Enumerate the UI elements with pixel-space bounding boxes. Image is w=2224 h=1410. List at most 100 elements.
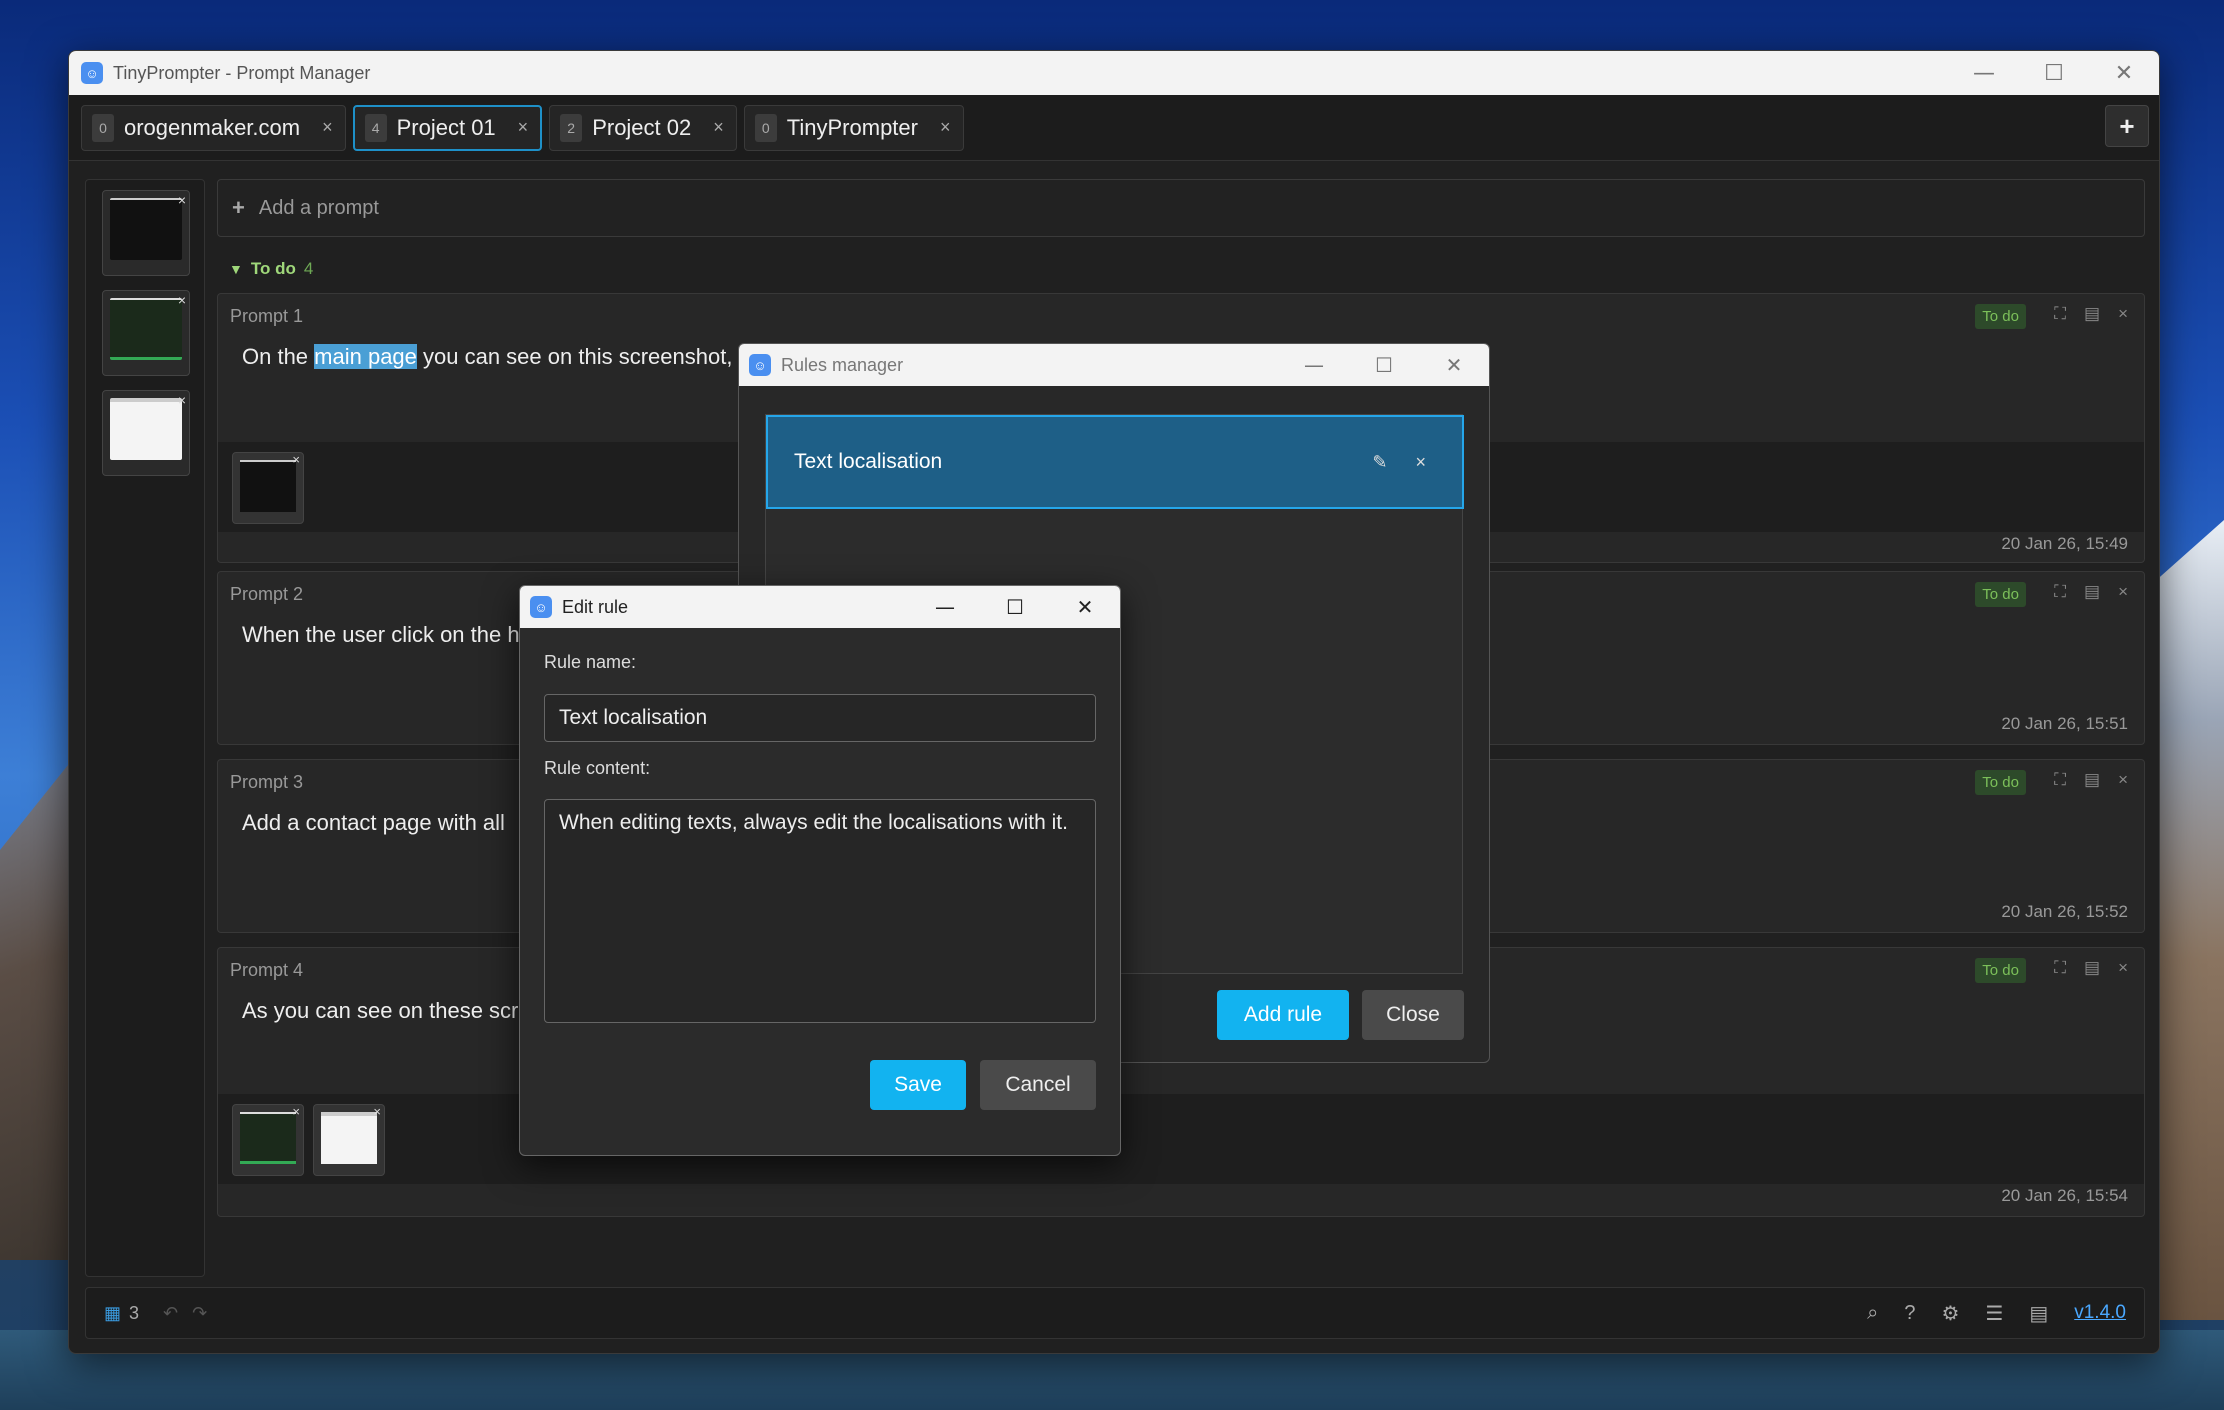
tab-close-icon[interactable]: × [518, 117, 529, 138]
close-dialog-button[interactable]: Close [1362, 990, 1464, 1040]
thumb-image [110, 198, 182, 260]
prompt-date: 20 Jan 26, 15:51 [2001, 714, 2128, 733]
prompt-text[interactable]: When the user click on the h [242, 622, 520, 648]
sidebar-screenshot-thumb[interactable]: × [102, 190, 190, 276]
rule-name-label: Rule name: [544, 652, 637, 672]
status-badge[interactable]: To do [1975, 304, 2026, 329]
copy-icon[interactable]: ▤ [2084, 582, 2100, 602]
tab-project-02[interactable]: 2 Project 02 × [549, 104, 737, 151]
project-tabbar: 0 orogenmaker.com × 4 Project 01 × 2 Pro… [69, 95, 2159, 161]
prompt-title: Prompt 1 [230, 306, 304, 326]
version-link[interactable]: v1.4.0 [2074, 1302, 2126, 1324]
tab-tinyprompter[interactable]: 0 TinyPrompter × [743, 104, 964, 151]
tab-close-icon[interactable]: × [713, 117, 724, 138]
close-button[interactable]: ✕ [1050, 586, 1120, 628]
redo-icon[interactable]: ↷ [192, 1303, 207, 1324]
thumb-image [240, 1112, 296, 1164]
rule-actions: ✎ × [1372, 452, 1462, 473]
prompt-text[interactable]: Add a contact page with all [242, 810, 505, 836]
tab-count-badge: 0 [92, 113, 114, 142]
rule-name-field[interactable] [544, 694, 1096, 742]
expand-icon[interactable]: ⛶ [2054, 582, 2066, 602]
maximize-button[interactable]: ☐ [980, 586, 1050, 628]
help-icon[interactable]: ? [1904, 1302, 1915, 1325]
search-icon[interactable]: ⌕ [1867, 1302, 1878, 1325]
prompt-image-strip: × × [218, 1094, 2144, 1184]
prompt-date: 20 Jan 26, 15:49 [2001, 534, 2128, 553]
copy-icon[interactable]: ▤ [2084, 958, 2100, 978]
menu-icon[interactable]: ☰ [1985, 1301, 2003, 1326]
tab-orogenmaker[interactable]: 0 orogenmaker.com × [81, 104, 346, 151]
tab-label: Project 02 [592, 114, 692, 140]
prompt-date: 20 Jan 26, 15:52 [2001, 902, 2128, 921]
prompt-title: Prompt 3 [230, 772, 304, 792]
edit-icon[interactable]: ✎ [1372, 452, 1387, 473]
window-controls: — ☐ ✕ [1949, 51, 2159, 95]
dialog-controls: — ☐ ✕ [910, 586, 1120, 628]
thumb-close-icon[interactable]: × [373, 1104, 381, 1119]
expand-icon[interactable]: ⛶ [2054, 770, 2066, 790]
delete-icon[interactable]: × [2118, 770, 2128, 790]
prompt-image-thumb[interactable]: × [232, 1104, 304, 1176]
delete-icon[interactable]: × [2118, 582, 2128, 602]
minimize-button[interactable]: — [910, 586, 980, 628]
card-actions: ⛶ ▤ × [2054, 958, 2128, 978]
prompt-image-thumb[interactable]: × [313, 1104, 385, 1176]
cancel-button[interactable]: Cancel [980, 1060, 1096, 1110]
rule-item[interactable]: Text localisation ✎ × [766, 415, 1464, 509]
undo-icon[interactable]: ↶ [163, 1303, 178, 1324]
expand-icon[interactable]: ⛶ [2054, 304, 2066, 324]
rules-manager-titlebar[interactable]: ☺ Rules manager — ☐ ✕ [739, 344, 1489, 386]
tab-close-icon[interactable]: × [322, 117, 333, 138]
edit-rule-dialog: ☺ Edit rule — ☐ ✕ Rule name: Rule conten… [519, 585, 1121, 1156]
minimize-button[interactable]: — [1949, 51, 2019, 95]
prompt-text[interactable]: As you can see on these scr [242, 998, 518, 1024]
status-badge[interactable]: To do [1975, 958, 2026, 983]
tab-project-01[interactable]: 4 Project 01 × [352, 104, 543, 151]
thumb-close-icon[interactable]: × [178, 392, 186, 408]
card-actions: ⛶ ▤ × [2054, 770, 2128, 790]
close-button[interactable]: ✕ [1419, 344, 1489, 386]
copy-icon[interactable]: ▤ [2084, 304, 2100, 324]
close-button[interactable]: ✕ [2089, 51, 2159, 95]
copy-icon[interactable]: ▤ [2084, 770, 2100, 790]
add-tab-button[interactable]: + [2105, 105, 2149, 147]
maximize-button[interactable]: ☐ [1349, 344, 1419, 386]
thumb-image [110, 398, 182, 460]
thumb-close-icon[interactable]: × [292, 1104, 300, 1119]
expand-icon[interactable]: ⛶ [2054, 958, 2066, 978]
delete-icon[interactable]: × [2118, 958, 2128, 978]
sidebar-screenshot-thumb[interactable]: × [102, 390, 190, 476]
prompt-text[interactable]: On the main page you can see on this scr… [242, 344, 732, 370]
delete-icon[interactable]: × [2118, 304, 2128, 324]
prompt-text-highlight: main page [314, 344, 417, 369]
status-badge[interactable]: To do [1975, 582, 2026, 607]
prompt-image-thumb[interactable]: × [232, 452, 304, 524]
thumb-close-icon[interactable]: × [178, 192, 186, 208]
app-icon: ☺ [749, 354, 771, 376]
add-prompt-input[interactable]: + Add a prompt [217, 179, 2145, 237]
status-badge[interactable]: To do [1975, 770, 2026, 795]
edit-rule-titlebar[interactable]: ☺ Edit rule — ☐ ✕ [520, 586, 1120, 628]
todo-section-header[interactable]: ▼ To do 4 [217, 249, 2145, 289]
grid-icon[interactable]: ▦ [104, 1303, 121, 1324]
sidebar-screenshot-thumb[interactable]: × [102, 290, 190, 376]
maximize-button[interactable]: ☐ [2019, 51, 2089, 95]
tab-count-badge: 0 [754, 113, 777, 142]
plus-icon: + [232, 195, 245, 220]
add-rule-button[interactable]: Add rule [1217, 990, 1349, 1040]
screenshot-sidebar: × × × [85, 179, 205, 1277]
tab-close-icon[interactable]: × [940, 117, 951, 138]
delete-icon[interactable]: × [1415, 452, 1426, 473]
gear-icon[interactable]: ⚙ [1941, 1301, 1959, 1326]
main-titlebar[interactable]: ☺ TinyPrompter - Prompt Manager — ☐ ✕ [69, 51, 2159, 95]
minimize-button[interactable]: — [1279, 344, 1349, 386]
tab-count-badge: 4 [364, 113, 387, 142]
list-icon[interactable]: ▤ [2029, 1301, 2048, 1326]
thumb-close-icon[interactable]: × [178, 292, 186, 308]
prompt-text-part: On the [242, 344, 315, 369]
app-icon: ☺ [81, 62, 103, 84]
save-button[interactable]: Save [870, 1060, 966, 1110]
thumb-close-icon[interactable]: × [292, 452, 300, 467]
rule-content-field[interactable]: When editing texts, always edit the loca… [544, 799, 1096, 1023]
